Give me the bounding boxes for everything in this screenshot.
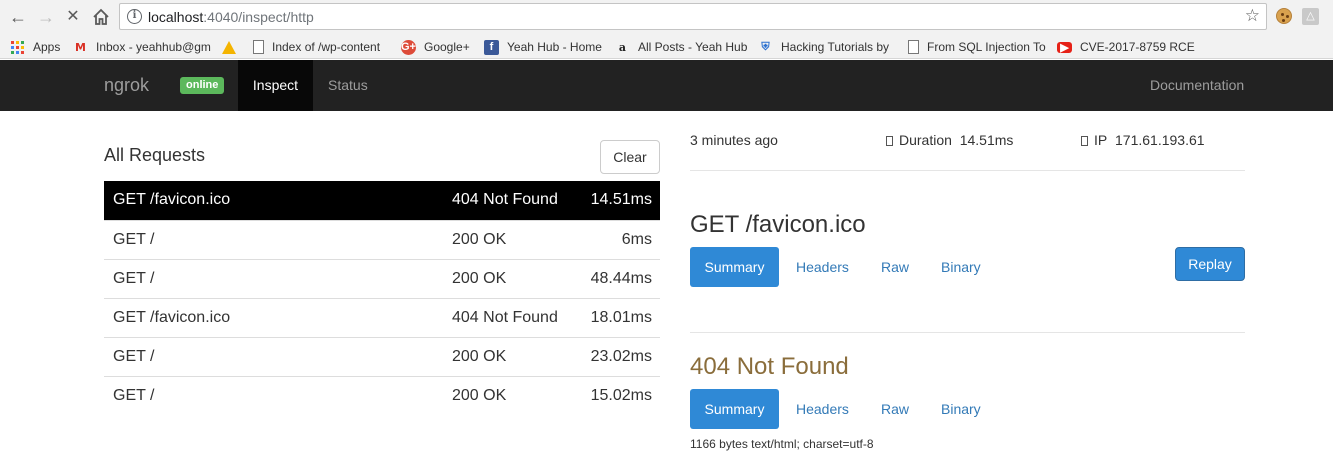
bookmark-hacking-tutorials[interactable]: ⛨ Hacking Tutorials by [758, 38, 898, 56]
brand-logo[interactable]: ngrok [104, 75, 149, 96]
facebook-icon: f [484, 39, 499, 55]
replay-button[interactable]: Replay [1175, 247, 1245, 281]
nav-documentation-link[interactable]: Documentation [1150, 60, 1244, 111]
request-path: GET / [113, 270, 155, 287]
request-status: 200 OK [452, 270, 507, 287]
request-status: 404 Not Found [452, 191, 558, 208]
request-title: GET /favicon.ico [690, 211, 866, 238]
bookmarks-bar: Apps M Inbox - yeahhub@gm Index of /wp-c… [0, 34, 1333, 59]
page-icon [253, 40, 264, 54]
user-icon [1081, 136, 1088, 146]
request-duration: 14.51ms [590, 191, 652, 208]
url-host: localhost [148, 9, 204, 25]
shield-icon: ⛨ [761, 40, 770, 53]
request-tab-binary[interactable]: Binary [941, 247, 981, 287]
bookmark-yeah-hub-home[interactable]: f Yeah Hub - Home [484, 38, 602, 56]
response-tab-headers[interactable]: Headers [796, 389, 849, 429]
request-status: 404 Not Found [452, 309, 558, 326]
request-status: 200 OK [452, 348, 507, 365]
response-tab-binary[interactable]: Binary [941, 389, 981, 429]
request-path: GET /favicon.ico [113, 191, 231, 208]
bookmark-google-plus[interactable]: G+ Google+ [401, 38, 470, 56]
home-icon[interactable] [90, 6, 112, 28]
response-size-info: 1166 bytes text/html; charset=utf-8 [690, 437, 874, 451]
bookmark-label: From SQL Injection To [927, 40, 1046, 54]
clear-button[interactable]: Clear [600, 140, 660, 174]
bookmark-label: All Posts - Yeah Hub [638, 40, 748, 54]
address-bar[interactable]: i localhost:4040/inspect/http ☆ [119, 3, 1267, 30]
request-tab-headers[interactable]: Headers [796, 247, 849, 287]
request-path: GET / [113, 387, 155, 404]
bookmark-sql-injection[interactable]: From SQL Injection To [908, 38, 1046, 56]
request-duration: 48.44ms [590, 270, 652, 287]
browser-toolbar: ← → ✕ i localhost:4040/inspect/http ☆ △ [0, 0, 1333, 34]
request-status: 200 OK [452, 231, 507, 248]
back-icon[interactable]: ← [7, 6, 29, 28]
google-plus-icon: G+ [401, 39, 416, 55]
online-status-badge: online [180, 77, 225, 94]
request-duration: 18.01ms [590, 309, 652, 326]
table-row[interactable]: GET /favicon.ico 404 Not Found 18.01ms [104, 298, 660, 337]
bookmark-label: Hacking Tutorials by [781, 40, 890, 54]
response-tab-raw[interactable]: Raw [881, 389, 909, 429]
request-duration: 23.02ms [590, 348, 652, 365]
bookmark-label: Index of /wp-content [272, 40, 381, 54]
bookmark-apps[interactable]: Apps [10, 38, 60, 56]
table-row[interactable]: GET / 200 OK 23.02ms [104, 337, 660, 376]
bookmark-label: Yeah Hub - Home [507, 40, 602, 54]
nav-tab-status[interactable]: Status [328, 60, 368, 111]
info-icon[interactable]: i [127, 9, 142, 24]
response-title: 404 Not Found [690, 353, 849, 380]
bookmark-wp-content[interactable]: Index of /wp-content [253, 38, 391, 56]
bookmark-label: CVE-2017-8759 RCE I [1080, 40, 1197, 54]
bookmark-label: Google+ [424, 40, 470, 54]
duration-label: Duration [899, 132, 952, 148]
bookmark-inbox[interactable]: M Inbox - yeahhub@gm [73, 38, 213, 56]
nav-tab-inspect[interactable]: Inspect [238, 60, 313, 111]
bookmark-label: Inbox - yeahhub@gm [96, 40, 211, 54]
amp-icon: a [618, 40, 627, 54]
request-tab-summary[interactable]: Summary [690, 247, 779, 287]
response-tab-summary[interactable]: Summary [690, 389, 779, 429]
google-drive-icon [222, 40, 236, 54]
bookmark-all-posts[interactable]: a All Posts - Yeah Hub [615, 38, 747, 56]
clock-icon [886, 136, 893, 146]
divider [690, 332, 1245, 333]
request-time-ago: 3 minutes ago [690, 132, 778, 148]
request-status: 200 OK [452, 387, 507, 404]
url-path: :4040/inspect/http [203, 9, 314, 25]
youtube-icon: ▶ [1057, 41, 1072, 54]
extension-icon[interactable]: △ [1302, 8, 1319, 25]
table-row[interactable]: GET / 200 OK 6ms [104, 220, 660, 259]
duration-meta: Duration 14.51ms [886, 132, 1013, 148]
cookie-extension-icon[interactable] [1276, 8, 1292, 24]
divider [690, 170, 1245, 171]
bookmark-label: Apps [33, 40, 61, 54]
ip-meta: IP 171.61.193.61 [1081, 132, 1205, 148]
forward-icon[interactable]: → [35, 6, 57, 28]
duration-value: 14.51ms [959, 132, 1014, 148]
request-path: GET / [113, 231, 155, 248]
request-tab-raw[interactable]: Raw [881, 247, 909, 287]
all-requests-heading: All Requests [104, 145, 206, 165]
table-row[interactable]: GET / 200 OK 15.02ms [104, 376, 660, 415]
requests-table: GET /favicon.ico 404 Not Found 14.51ms G… [104, 181, 660, 415]
apps-grid-icon [10, 40, 25, 55]
request-duration: 15.02ms [590, 387, 652, 404]
request-path: GET /favicon.ico [113, 309, 231, 326]
table-row[interactable]: GET /favicon.ico 404 Not Found 14.51ms [104, 181, 660, 220]
table-row[interactable]: GET / 200 OK 48.44ms [104, 259, 660, 298]
url-text[interactable]: localhost:4040/inspect/http [148, 9, 314, 25]
ngrok-navbar: ngrok online Inspect Status Documentatio… [0, 60, 1333, 111]
page-icon [908, 40, 919, 54]
bookmark-star-icon[interactable]: ☆ [1245, 6, 1260, 26]
bookmark-cve[interactable]: ▶ CVE-2017-8759 RCE I [1057, 38, 1197, 56]
gmail-icon: M [75, 40, 86, 54]
ip-label: IP [1094, 132, 1108, 148]
stop-loading-icon[interactable]: ✕ [62, 6, 84, 28]
bookmark-drive[interactable] [222, 38, 244, 56]
request-path: GET / [113, 348, 155, 365]
request-duration: 6ms [621, 231, 652, 248]
ip-value: 171.61.193.61 [1115, 132, 1205, 148]
